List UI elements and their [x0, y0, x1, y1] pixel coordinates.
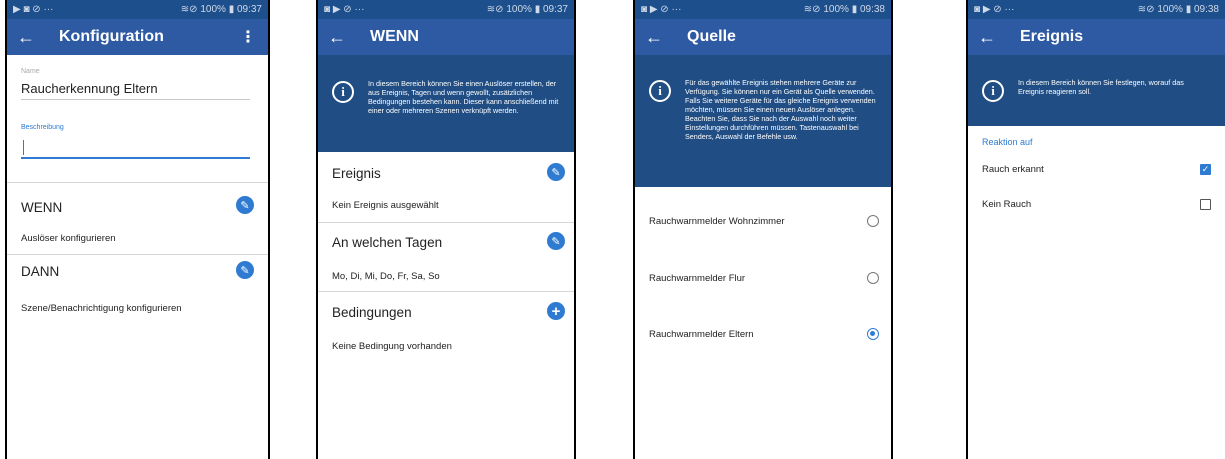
screen-ereignis: ◙ ▶ ⊘ ··· ≋⊘ 100% ▮ 09:38 ← Ereignis i I…: [966, 0, 1225, 459]
page-title: Konfiguration: [59, 28, 164, 45]
source-radio-0[interactable]: [867, 215, 879, 227]
text-cursor: [23, 140, 24, 155]
app-bar: ← Quelle: [635, 19, 891, 55]
wenn-section[interactable]: WENN ✎ Auslöser konfigurieren: [7, 183, 268, 254]
status-right: ≋⊘ 100% ▮ 09:37: [486, 4, 568, 15]
reaction-checkbox-0[interactable]: ✓: [1200, 164, 1211, 175]
info-icon: i: [649, 80, 671, 102]
page-title: WENN: [370, 28, 419, 45]
page-title: Quelle: [687, 28, 736, 45]
source-option-0[interactable]: Rauchwarnmelder Wohnzimmer: [635, 187, 891, 246]
source-radio-2[interactable]: [867, 328, 879, 340]
edit-wenn-icon[interactable]: ✎: [236, 196, 254, 214]
screen-wenn: ◙ ▶ ⊘ ··· ≋⊘ 100% ▮ 09:37 ← WENN i In di…: [316, 0, 576, 459]
status-bar: ◙ ▶ ⊘ ··· ≋⊘ 100% ▮ 09:38: [968, 0, 1225, 19]
source-option-label: Rauchwarnmelder Eltern: [649, 329, 754, 340]
source-radio-1[interactable]: [867, 272, 879, 284]
overflow-menu-icon[interactable]: ⋮: [240, 27, 256, 47]
wenn-title: WENN: [21, 200, 63, 215]
info-icon: i: [982, 80, 1004, 102]
tage-title: An welchen Tagen: [332, 235, 443, 250]
bedingungen-title: Bedingungen: [332, 305, 412, 320]
dann-section[interactable]: DANN ✎ Szene/Benachrichtigung konfigurie…: [7, 255, 268, 325]
source-option-label: Rauchwarnmelder Flur: [649, 273, 746, 284]
status-bar: ◙ ▶ ⊘ ··· ≋⊘ 100% ▮ 09:37: [318, 0, 574, 19]
info-text: Für das gewählte Ereignis stehen mehrere…: [685, 78, 876, 141]
ereignis-title: Ereignis: [332, 166, 381, 181]
bedingungen-value: Keine Bedingung vorhanden: [332, 341, 452, 352]
name-field-group: Name Raucherkennung Eltern: [7, 55, 268, 122]
status-bar: ◙ ▶ ⊘ ··· ≋⊘ 100% ▮ 09:38: [635, 0, 891, 19]
bedingungen-section[interactable]: Bedingungen + Keine Bedingung vorhanden: [318, 292, 574, 362]
tage-section[interactable]: An welchen Tagen ✎ Mo, Di, Mi, Do, Fr, S…: [318, 223, 574, 291]
section-label: Reaktion auf: [982, 137, 1033, 147]
description-field-group: Beschreibung: [7, 122, 268, 182]
info-banner: i In diesem Bereich können Sie festlegen…: [968, 55, 1225, 126]
dann-subtitle: Szene/Benachrichtigung konfigurieren: [21, 303, 182, 314]
reaction-option-label: Kein Rauch: [982, 199, 1032, 210]
source-option-1[interactable]: Rauchwarnmelder Flur: [635, 246, 891, 304]
info-banner: i In diesem Bereich können Sie einen Aus…: [318, 55, 574, 152]
wenn-subtitle: Auslöser konfigurieren: [21, 233, 116, 244]
edit-dann-icon[interactable]: ✎: [236, 261, 254, 279]
status-right: ≋⊘ 100% ▮ 09:38: [1137, 4, 1219, 15]
app-bar: ← WENN: [318, 19, 574, 55]
info-text: In diesem Bereich können Sie festlegen, …: [1018, 78, 1184, 96]
reaction-option-1[interactable]: Kein Rauch: [968, 192, 1225, 218]
info-icon: i: [332, 81, 354, 103]
name-label: Name: [21, 68, 40, 75]
source-option-label: Rauchwarnmelder Wohnzimmer: [649, 216, 785, 227]
app-bar: ← Konfiguration ⋮: [7, 19, 268, 55]
back-arrow-icon[interactable]: ←: [17, 27, 47, 48]
source-option-2[interactable]: Rauchwarnmelder Eltern: [635, 304, 891, 354]
status-bar: ▶ ◙ ⊘ ··· ≋⊘ 100% ▮ 09:37: [7, 0, 268, 19]
status-right: ≋⊘ 100% ▮ 09:37: [180, 4, 262, 15]
status-left: ◙ ▶ ⊘ ···: [641, 4, 682, 15]
back-arrow-icon[interactable]: ←: [978, 27, 1008, 48]
page-title: Ereignis: [1020, 28, 1084, 45]
info-banner: i Für das gewählte Ereignis stehen mehre…: [635, 55, 891, 187]
ereignis-value: Kein Ereignis ausgewählt: [332, 200, 439, 211]
back-arrow-icon[interactable]: ←: [645, 27, 675, 48]
name-input[interactable]: Raucherkennung Eltern: [21, 81, 250, 100]
status-left: ◙ ▶ ⊘ ···: [324, 4, 365, 15]
reaction-checkbox-1[interactable]: [1200, 199, 1211, 210]
screen-konfiguration: ▶ ◙ ⊘ ··· ≋⊘ 100% ▮ 09:37 ← Konfiguratio…: [5, 0, 270, 459]
back-arrow-icon[interactable]: ←: [328, 27, 358, 48]
status-right: ≋⊘ 100% ▮ 09:38: [803, 4, 885, 15]
tage-value: Mo, Di, Mi, Do, Fr, Sa, So: [332, 271, 440, 282]
edit-tage-icon[interactable]: ✎: [547, 232, 565, 250]
add-bedingung-icon[interactable]: +: [547, 302, 565, 320]
status-left: ◙ ▶ ⊘ ···: [974, 4, 1015, 15]
reaction-option-label: Rauch erkannt: [982, 164, 1044, 175]
status-left: ▶ ◙ ⊘ ···: [13, 4, 54, 15]
description-input[interactable]: [21, 139, 250, 159]
info-text: In diesem Bereich können Sie einen Auslö…: [368, 79, 559, 115]
edit-ereignis-icon[interactable]: ✎: [547, 163, 565, 181]
dann-title: DANN: [21, 264, 60, 279]
screen-quelle: ◙ ▶ ⊘ ··· ≋⊘ 100% ▮ 09:38 ← Quelle i Für…: [633, 0, 893, 459]
app-bar: ← Ereignis: [968, 19, 1225, 55]
ereignis-section[interactable]: Ereignis ✎ Kein Ereignis ausgewählt: [318, 152, 574, 222]
reaction-option-0[interactable]: Rauch erkannt ✓: [968, 157, 1225, 183]
description-label: Beschreibung: [21, 124, 64, 131]
